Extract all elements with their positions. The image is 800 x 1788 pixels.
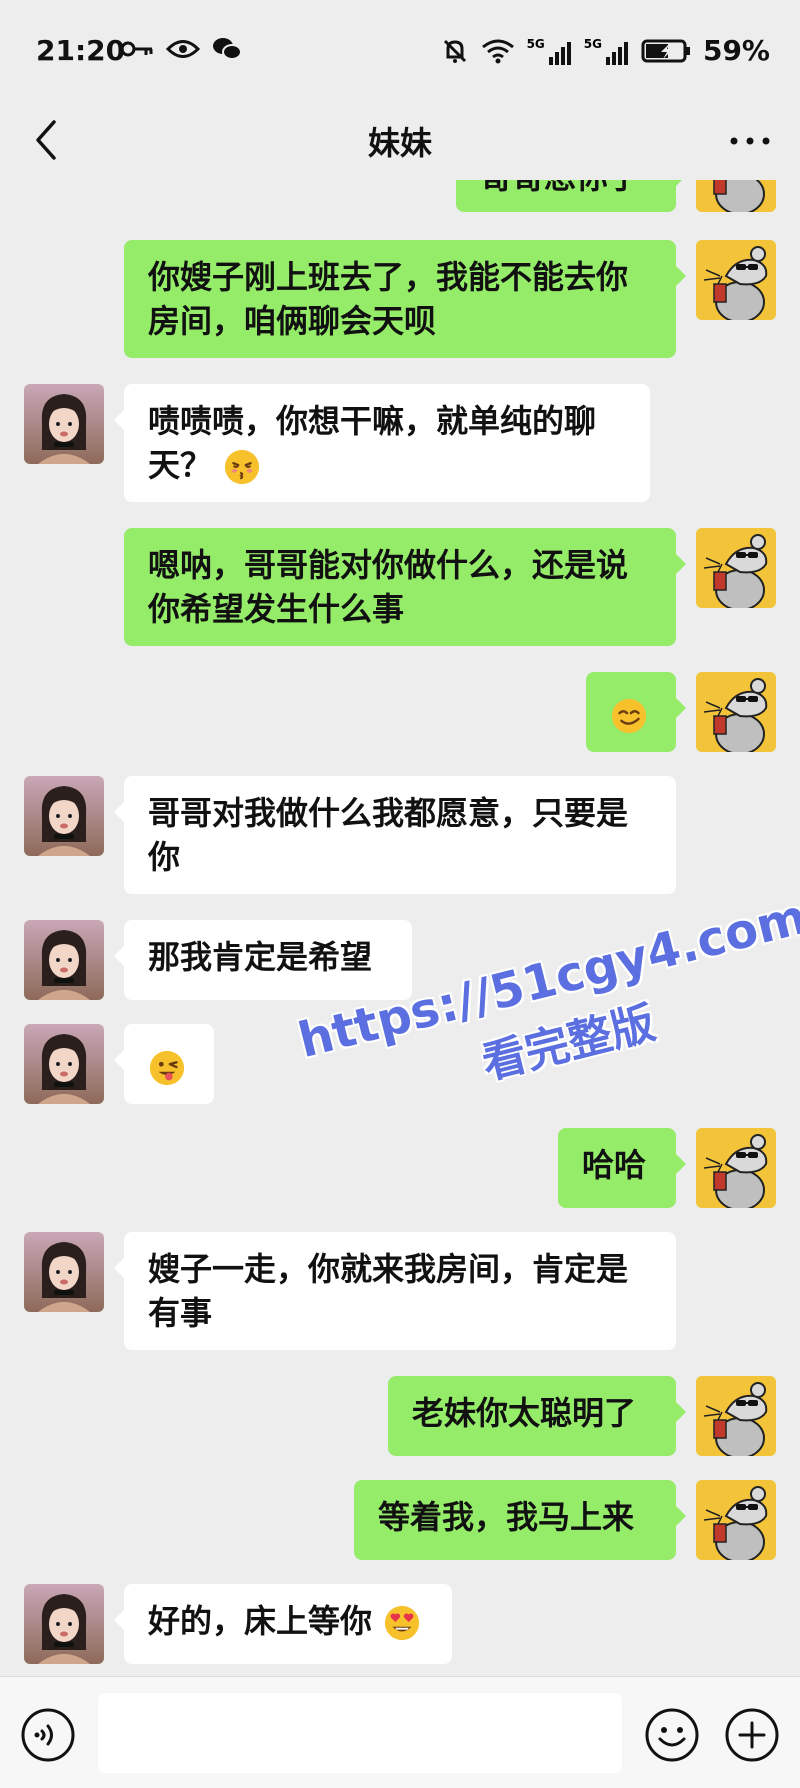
- key-icon: [120, 41, 153, 57]
- girl-avatar-icon: [24, 1024, 104, 1104]
- chat-title: 妹妹: [367, 124, 432, 162]
- message-bubble-outgoing[interactable]: 老妹你太聪明了: [388, 1376, 686, 1456]
- contact-avatar[interactable]: [24, 1024, 104, 1104]
- rat-avatar-icon: [696, 672, 776, 752]
- my-avatar[interactable]: [696, 1376, 776, 1456]
- message-bubble-outgoing[interactable]: 你嫂子刚上班去了，我能不能去你房间，咱俩聊会天呗: [124, 240, 686, 358]
- contact-avatar[interactable]: [24, 920, 104, 1000]
- my-avatar[interactable]: [696, 1128, 776, 1208]
- mute-bell-icon: [443, 39, 466, 63]
- message-bubble-outgoing[interactable]: [586, 672, 686, 752]
- signal-bars-icon: [548, 41, 571, 65]
- message-list[interactable]: 哥哥想你了 你嫂子刚上班去了，我能不能去你房间，咱俩聊会天呗 啧啧啧，你想干嘛，…: [0, 180, 800, 1676]
- status-right-icons: 5G 5G 59%: [441, 34, 770, 67]
- contact-avatar[interactable]: [24, 384, 104, 464]
- heart-eyes-face-icon: [383, 1604, 421, 1642]
- girl-avatar-icon: [24, 920, 104, 1000]
- status-left-icons: [120, 36, 242, 62]
- message-bubble-incoming[interactable]: 嫂子一走，你就来我房间，肯定是有事: [114, 1232, 676, 1350]
- message-bubble-incoming[interactable]: 那我肯定是希望: [114, 920, 412, 1000]
- rat-avatar-icon: [696, 528, 776, 608]
- wechat-icon: [213, 38, 242, 60]
- battery-percent: 59%: [702, 34, 770, 67]
- status-time: 21:20: [36, 34, 126, 67]
- rat-avatar-icon: [696, 180, 776, 212]
- message-bubble-outgoing[interactable]: 等着我，我马上来: [354, 1480, 686, 1560]
- contact-avatar[interactable]: [24, 776, 104, 856]
- girl-avatar-icon: [24, 384, 104, 464]
- rat-avatar-icon: [696, 240, 776, 320]
- message-bubble-incoming[interactable]: 好的，床上等你: [114, 1584, 452, 1664]
- message-bubble-outgoing[interactable]: 哥哥想你了: [456, 180, 686, 212]
- girl-avatar-icon: [24, 776, 104, 856]
- smile-icon[interactable]: [644, 1707, 700, 1763]
- message-bubble-outgoing[interactable]: 嗯呐，哥哥能对你做什么，还是说你希望发生什么事: [124, 528, 686, 646]
- chat-header: 妹妹: [0, 100, 800, 180]
- message-input[interactable]: [98, 1693, 622, 1773]
- my-avatar[interactable]: [696, 240, 776, 320]
- message-bubble-incoming[interactable]: 哥哥对我做什么我都愿意，只要是你: [114, 776, 676, 894]
- voice-icon[interactable]: [20, 1707, 76, 1763]
- my-avatar[interactable]: [696, 1480, 776, 1560]
- my-avatar[interactable]: [696, 672, 776, 752]
- battery-charging-icon: [641, 39, 690, 62]
- signal-1: 5G: [527, 37, 572, 65]
- my-avatar[interactable]: [696, 528, 776, 608]
- girl-avatar-icon: [24, 1584, 104, 1664]
- girl-avatar-icon: [24, 1232, 104, 1312]
- signal-2: 5G: [584, 37, 629, 65]
- kissing-face-icon: [223, 448, 261, 486]
- signal-bars-icon: [605, 41, 628, 65]
- rat-avatar-icon: [696, 1480, 776, 1560]
- rat-avatar-icon: [696, 1376, 776, 1456]
- wink-tongue-face-icon: [148, 1049, 186, 1087]
- contact-avatar[interactable]: [24, 1232, 104, 1312]
- message-bubble-incoming[interactable]: [114, 1024, 214, 1104]
- contact-avatar[interactable]: [24, 1584, 104, 1664]
- my-avatar[interactable]: [696, 180, 776, 212]
- smirk-face-icon: [610, 697, 648, 735]
- eye-icon: [166, 40, 200, 58]
- message-bubble-outgoing[interactable]: 哈哈: [558, 1128, 686, 1208]
- wifi-icon: [481, 39, 514, 63]
- message-bubble-incoming[interactable]: 啧啧啧，你想干嘛，就单纯的聊天？: [114, 384, 650, 502]
- rat-avatar-icon: [696, 1128, 776, 1208]
- input-bar: [0, 1676, 800, 1788]
- plus-icon[interactable]: [724, 1707, 780, 1763]
- more-dots-icon[interactable]: [726, 126, 774, 156]
- status-bar: 21:20 5G 5G 59%: [0, 0, 800, 100]
